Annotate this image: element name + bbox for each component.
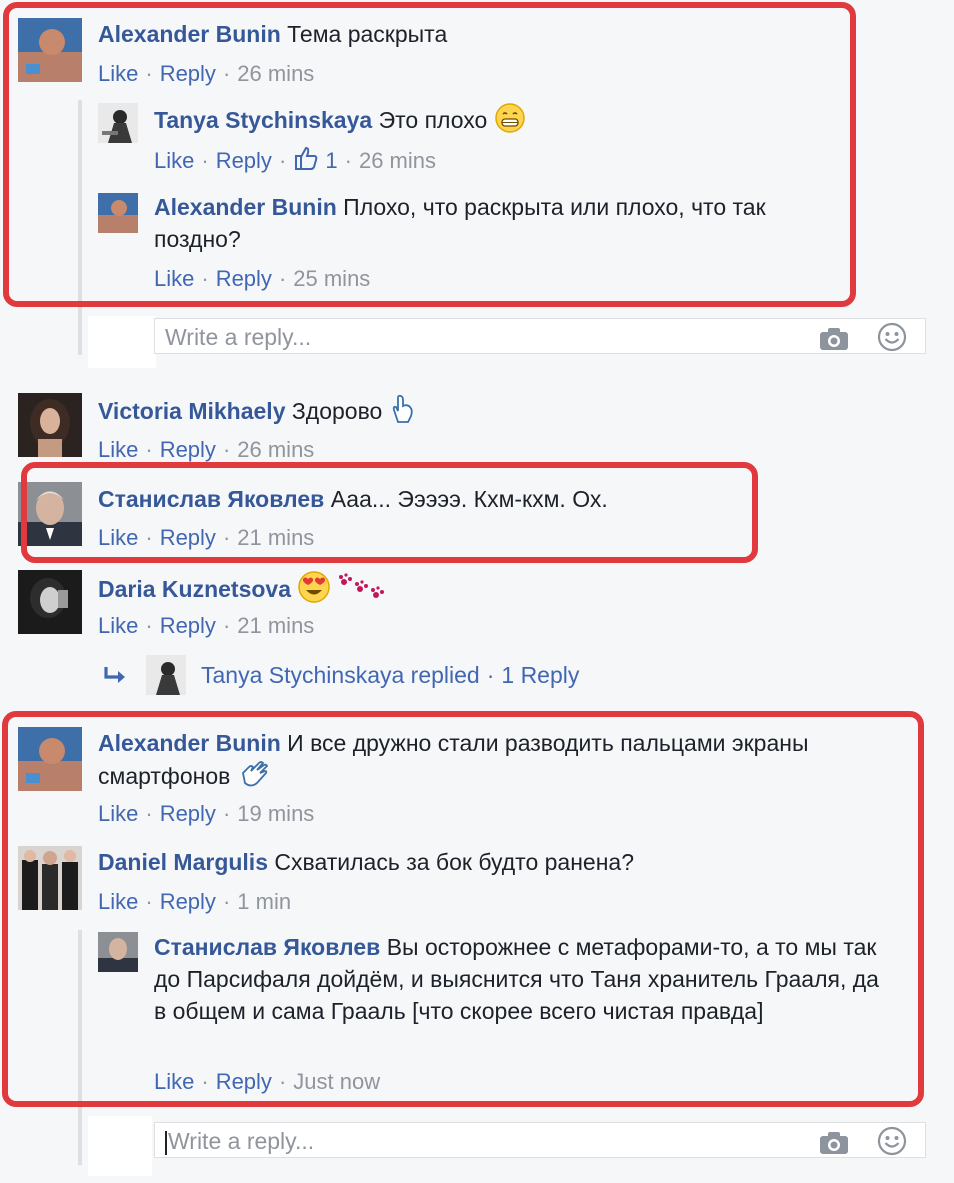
comment-body: Станислав Яковлев Вы осторожнее с метафо… <box>154 931 894 1027</box>
reply-link[interactable]: Reply <box>160 613 216 638</box>
comment-actions: Like · Reply · Just now <box>154 1069 381 1094</box>
avatar[interactable] <box>18 846 82 910</box>
comment-actions: Like · Reply · 21 mins <box>98 525 315 550</box>
thread-line <box>78 930 82 1165</box>
avatar[interactable] <box>18 570 82 634</box>
comment-author[interactable]: Alexander Bunin <box>98 21 281 47</box>
comment-actions: Like · Reply · 21 mins <box>98 613 315 638</box>
avatar[interactable] <box>98 932 138 972</box>
timestamp[interactable]: 26 mins <box>359 148 436 173</box>
comment-author[interactable]: Tanya Stychinskaya <box>154 107 372 133</box>
timestamp[interactable]: 26 mins <box>237 437 314 462</box>
timestamp[interactable]: 25 mins <box>293 266 370 291</box>
reply-link[interactable]: Reply <box>160 525 216 550</box>
like-link[interactable]: Like <box>154 1069 194 1094</box>
timestamp[interactable]: 19 mins <box>237 801 314 826</box>
comment-body: Alexander Bunin И все дружно стали разво… <box>98 727 878 797</box>
comment-actions: Like · Reply · 26 mins <box>98 61 315 86</box>
like-link[interactable]: Like <box>98 613 138 638</box>
reply-link[interactable]: Reply <box>160 61 216 86</box>
like-link[interactable]: Like <box>98 61 138 86</box>
timestamp[interactable]: Just now <box>293 1069 380 1094</box>
timestamp[interactable]: 21 mins <box>237 613 314 638</box>
comment-text: Ааа... Эээээ. Кхм-кхм. Ох. <box>330 486 608 512</box>
comment-author[interactable]: Alexander Bunin <box>154 194 337 220</box>
comment-body: Daria Kuznetsova <box>98 570 386 612</box>
timestamp[interactable]: 21 mins <box>237 525 314 550</box>
avatar[interactable] <box>18 727 82 791</box>
pointing-hand-emoji-icon <box>389 394 415 432</box>
like-link[interactable]: Like <box>98 525 138 550</box>
reply-input[interactable]: Write a reply... <box>154 318 926 354</box>
timestamp[interactable]: 26 mins <box>237 61 314 86</box>
reply-input[interactable]: Write a reply... <box>154 1122 926 1158</box>
paw-prints-emoji-icon <box>338 573 386 609</box>
comment-author[interactable]: Victoria Mikhaely <box>98 398 286 424</box>
waving-hand-emoji-icon <box>237 759 271 797</box>
avatar[interactable] <box>98 103 138 143</box>
comment-body: Daniel Margulis Схватилась за бок будто … <box>98 846 634 878</box>
reply-link[interactable]: Reply <box>216 1069 272 1094</box>
comment-body: Tanya Stychinskaya Это плохо <box>154 102 526 142</box>
like-link[interactable]: Like <box>154 266 194 291</box>
like-link[interactable]: Like <box>98 437 138 462</box>
reply-link[interactable]: Reply <box>160 889 216 914</box>
comment-actions: Like · Reply · 26 mins <box>98 437 315 462</box>
avatar[interactable] <box>18 393 82 457</box>
thread-line <box>78 100 82 355</box>
avatar-placeholder <box>88 316 156 368</box>
comment-text: Тема раскрыта <box>287 21 448 47</box>
comment-text: Это плохо <box>378 107 488 134</box>
smiley-icon[interactable] <box>877 322 907 352</box>
text-cursor <box>165 1130 167 1155</box>
comment-actions: Like · Reply · 1 min <box>98 889 292 914</box>
like-link[interactable]: Like <box>98 801 138 826</box>
reply-link[interactable]: Reply <box>160 437 216 462</box>
like-link[interactable]: Like <box>154 148 194 173</box>
reply-link[interactable]: Reply <box>216 266 272 291</box>
comment-body: Станислав Яковлев Ааа... Эээээ. Кхм-кхм.… <box>98 483 608 515</box>
comment-author[interactable]: Daniel Margulis <box>98 849 268 875</box>
replies-count[interactable]: 1 Reply <box>501 662 579 688</box>
smiley-icon[interactable] <box>877 1126 907 1156</box>
comment-body: Alexander Bunin Тема раскрыта <box>98 18 447 50</box>
reply-link[interactable]: Reply <box>216 148 272 173</box>
grinning-emoji-icon <box>494 102 526 142</box>
reply-arrow-icon <box>102 665 130 692</box>
avatar <box>146 655 186 695</box>
heart-eyes-emoji-icon <box>297 570 331 612</box>
reply-input-placeholder: Write a reply... <box>165 324 312 350</box>
comment-actions: Like · Reply · 25 mins <box>154 266 371 291</box>
comment-actions: Like · Reply · 1 · 26 mins <box>154 145 436 178</box>
comment-text: Схватилась за бок будто ранена? <box>274 849 634 875</box>
camera-icon[interactable] <box>819 1129 849 1154</box>
reply-input-placeholder: Write a reply... <box>168 1128 315 1154</box>
like-count[interactable]: 1 <box>325 148 337 173</box>
comment-author[interactable]: Daria Kuznetsova <box>98 576 291 602</box>
avatar[interactable] <box>98 193 138 233</box>
like-thumb-icon[interactable] <box>293 145 319 178</box>
avatar-placeholder <box>88 1116 152 1176</box>
camera-icon[interactable] <box>819 325 849 350</box>
avatar[interactable] <box>18 18 82 82</box>
comment-actions: Like · Reply · 19 mins <box>98 801 315 826</box>
comment-author[interactable]: Alexander Bunin <box>98 730 281 756</box>
avatar[interactable] <box>18 482 82 546</box>
comment-body: Alexander Bunin Плохо, что раскрыта или … <box>154 191 834 255</box>
comment-author[interactable]: Станислав Яковлев <box>98 486 324 512</box>
comment-text: Здорово <box>291 398 383 425</box>
comment-author[interactable]: Станислав Яковлев <box>154 934 380 960</box>
like-link[interactable]: Like <box>98 889 138 914</box>
replies-summary-text[interactable]: Tanya Stychinskaya replied <box>201 662 480 688</box>
reply-link[interactable]: Reply <box>160 801 216 826</box>
timestamp[interactable]: 1 min <box>237 889 291 914</box>
comment-body: Victoria Mikhaely Здорово <box>98 394 415 432</box>
